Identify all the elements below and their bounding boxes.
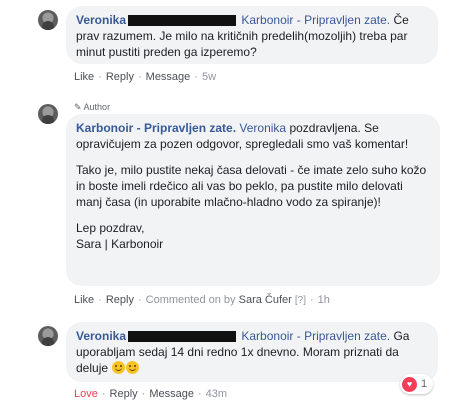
separator-dot: · <box>98 294 102 306</box>
timestamp[interactable]: 1h <box>318 294 330 306</box>
separator-dot: · <box>197 388 202 400</box>
comment-bubble: Karbonoir - Pripravljen zate. Veronika p… <box>66 114 440 286</box>
comment-paragraph: Karbonoir - Pripravljen zate. Veronika p… <box>76 120 430 152</box>
commenter-name[interactable]: Karbonoir - Pripravljen zate. <box>76 121 236 135</box>
separator-dot: · <box>137 71 142 83</box>
author-badge: ✎ Author <box>74 102 110 112</box>
separator-dot: · <box>137 294 142 306</box>
comment-bubble: Veronika Karbonoir - Pripravljen zate. Č… <box>66 6 438 64</box>
message-button[interactable]: Message <box>146 71 191 83</box>
comment-signature: Sara | Karbonoir <box>76 237 164 251</box>
comment-actions: Like · Reply · Message · 5w <box>74 70 216 84</box>
separator-dot: · <box>101 388 106 400</box>
separator-dot: · <box>310 294 314 306</box>
separator-dot: · <box>141 388 146 400</box>
message-button[interactable]: Message <box>149 388 194 400</box>
separator-dot: · <box>98 71 102 83</box>
comment-actions: Love · Reply · Message · 43m <box>74 387 227 401</box>
comment-paragraph: Tako je, milo pustite nekaj časa delovat… <box>76 162 430 210</box>
help-link[interactable]: [?] <box>295 295 306 306</box>
comment-text: Tako je, milo pustite nekaj časa delovat… <box>76 163 427 209</box>
like-button[interactable]: Like <box>74 294 94 306</box>
timestamp[interactable]: 43m <box>206 388 227 400</box>
comment-bubble: Veronika Karbonoir - Pripravljen zate. G… <box>66 322 438 382</box>
avatar[interactable] <box>38 326 58 346</box>
reply-button[interactable]: Reply <box>106 294 134 306</box>
commenter-name[interactable]: Veronika <box>76 13 126 27</box>
heart-icon: ♥ <box>402 376 417 392</box>
mention-link[interactable]: Veronika <box>239 121 286 135</box>
timestamp[interactable]: 5w <box>202 71 216 83</box>
author-badge-label: Author <box>83 102 111 112</box>
pencil-icon: ✎ <box>74 102 82 112</box>
comment-text: Lep pozdrav, <box>76 221 145 235</box>
comment-paragraph: Lep pozdrav, Sara | Karbonoir <box>76 220 430 252</box>
reaction-count-value: 1 <box>421 378 428 390</box>
reply-button[interactable]: Reply <box>106 71 134 83</box>
avatar[interactable] <box>38 10 58 30</box>
commenter-name[interactable]: Veronika <box>76 329 126 343</box>
love-button[interactable]: Love <box>74 388 98 400</box>
reaction-count[interactable]: ♥ 1 <box>400 374 434 394</box>
smile-emoji <box>126 361 140 374</box>
page-link[interactable]: Karbonoir - Pripravljen zate. <box>241 13 390 27</box>
commenter-link[interactable]: Sara Čufer <box>239 294 292 306</box>
separator-dot: · <box>194 71 198 83</box>
comment-actions: Like · Reply · Commented on by Sara Čufer [?… <box>74 293 330 308</box>
reply-button[interactable]: Reply <box>110 388 138 400</box>
redacted-name <box>128 331 237 343</box>
commented-on-by-label: Commented on by <box>145 294 236 306</box>
like-button[interactable]: Like <box>74 71 94 83</box>
redacted-name <box>128 15 237 27</box>
page-link[interactable]: Karbonoir - Pripravljen zate. <box>241 329 390 343</box>
smile-emoji <box>112 361 126 374</box>
avatar[interactable] <box>38 104 58 124</box>
